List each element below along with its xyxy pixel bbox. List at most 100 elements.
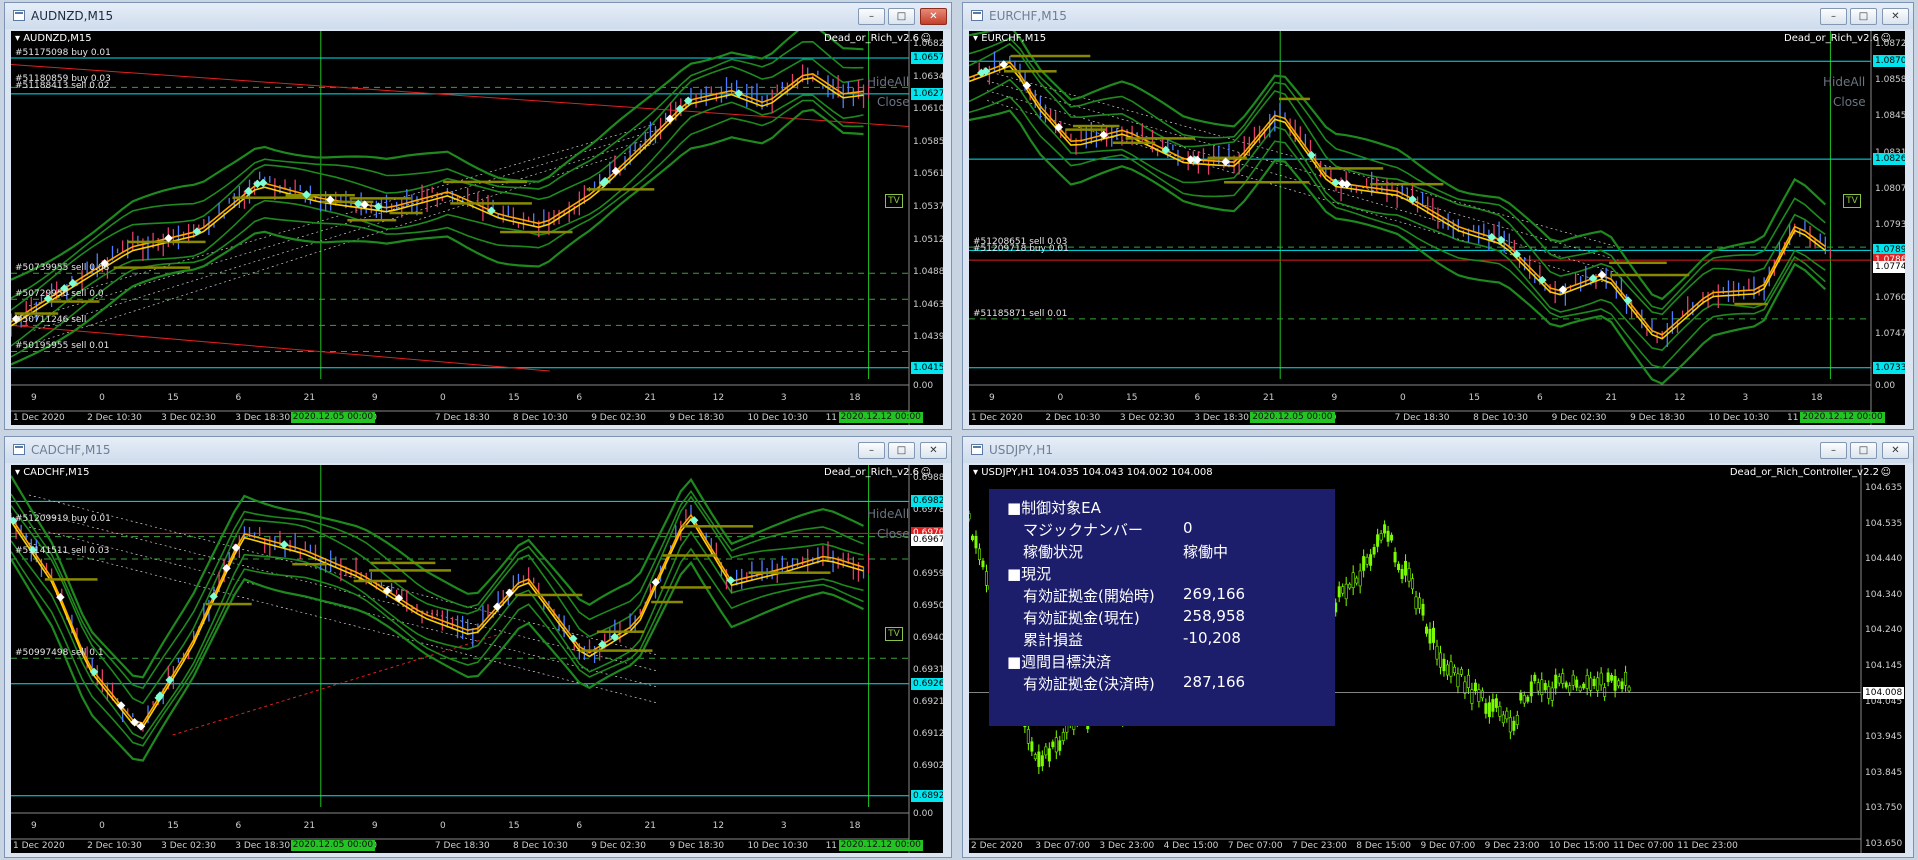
window-icon	[13, 444, 25, 455]
maximize-icon[interactable]: □	[888, 442, 915, 459]
tv-button[interactable]: TV	[1843, 194, 1861, 208]
session-hour-label: 0	[440, 393, 446, 403]
chart-window-eurchf[interactable]: EURCHF,M15 – □ ✕ ▾ EURCHF,M15 Dead_or_Ri…	[962, 2, 1914, 430]
panel-heading: ■制御対象EA	[1007, 499, 1101, 517]
chart-menu-arrow-icon[interactable]: ▾	[973, 467, 981, 478]
minimize-icon[interactable]: –	[858, 8, 885, 25]
time-scale-label: 3 Dec 18:30	[1194, 413, 1250, 423]
minimize-icon[interactable]: –	[1820, 8, 1847, 25]
candle-body	[1054, 737, 1058, 753]
price-chart[interactable]: ▾ USDJPY,H1 104.035 104.043 104.002 104.…	[969, 465, 1905, 853]
window-titlebar[interactable]: USDJPY,H1 – □ ✕	[963, 437, 1913, 463]
envelope-band	[11, 94, 864, 347]
close-orders-button[interactable]: Close	[877, 527, 910, 541]
panel-row-value: 287,166	[1183, 673, 1246, 691]
price-tag: 1.06572	[911, 52, 943, 65]
order-bar	[1317, 167, 1384, 170]
price-scale-label: 1.07470	[1875, 328, 1905, 339]
chart-symbol-label[interactable]: ▾ CADCHF,M15	[15, 467, 90, 478]
close-orders-button[interactable]: Close	[877, 95, 910, 109]
candle-body	[1432, 627, 1436, 643]
close-icon[interactable]: ✕	[1882, 442, 1909, 459]
close-icon[interactable]: ✕	[920, 442, 947, 459]
hide-all-button[interactable]: HideAll	[867, 75, 909, 89]
panel-row-label: 稼働状況	[1023, 543, 1084, 561]
order-label: #51185871 sell 0.01	[973, 308, 1068, 319]
candle-body	[1341, 586, 1345, 594]
session-hour-label: 3	[780, 393, 787, 403]
candle-body	[1610, 675, 1614, 681]
candle-body	[1557, 676, 1561, 684]
maximize-icon[interactable]: □	[1850, 442, 1877, 459]
session-hour-label: 21	[644, 393, 656, 403]
time-scale-label: 3 Dec 02:30	[1119, 413, 1175, 423]
price-chart[interactable]: ▾ CADCHF,M15 Dead_or_Rich_v2.6 ☺ HideAll…	[11, 465, 943, 853]
price-scale-label: 0.69500	[913, 601, 943, 611]
candle-body	[1351, 572, 1355, 588]
close-icon[interactable]: ✕	[920, 8, 947, 25]
order-bar	[1207, 156, 1247, 160]
window-titlebar[interactable]: CADCHF,M15 – □ ✕	[5, 437, 951, 463]
chart-symbol-label[interactable]: ▾ AUDNZD,M15	[15, 33, 92, 44]
moving-average-line	[11, 513, 864, 725]
candle-body	[1442, 658, 1446, 672]
envelope-band	[969, 42, 1826, 316]
price-scale-label: 0.69025	[913, 761, 943, 771]
window-titlebar[interactable]: AUDNZD,M15 – □ ✕	[5, 3, 951, 29]
tv-button[interactable]: TV	[885, 627, 903, 641]
candle-body	[1606, 672, 1610, 683]
tv-button[interactable]: TV	[885, 194, 903, 208]
session-hour-label: 21	[1605, 393, 1617, 403]
price-tag: 0.69262	[911, 677, 943, 690]
chart-window-usdjpy[interactable]: USDJPY,H1 – □ ✕ ▾ USDJPY,H1 104.035 104.…	[962, 436, 1914, 858]
minimize-icon[interactable]: –	[858, 442, 885, 459]
session-hour-label: 0	[1400, 393, 1406, 403]
order-bar	[292, 562, 327, 566]
maximize-icon[interactable]: □	[1850, 8, 1877, 25]
candle-body	[1037, 751, 1041, 767]
session-hour-label: 0	[1057, 393, 1064, 403]
signal-marker	[382, 586, 392, 595]
grid-fan-line	[28, 494, 658, 656]
order-label: #51209919 buy 0.01	[15, 513, 111, 524]
time-scale-label: 11 Dec 23:00	[1677, 841, 1738, 851]
order-label: #50729950 sell 0.0	[15, 289, 104, 300]
chart-menu-arrow-icon[interactable]: ▾	[15, 33, 23, 44]
minimize-icon[interactable]: –	[1820, 442, 1847, 459]
price-chart[interactable]: ▾ EURCHF,M15 Dead_or_Rich_v2.6 ☺ HideAll…	[969, 31, 1905, 425]
price-tag: 1.08263	[1873, 153, 1905, 166]
chart-window-cadchf[interactable]: CADCHF,M15 – □ ✕ ▾ CADCHF,M15 Dead_or_Ri…	[4, 436, 952, 858]
chart-menu-arrow-icon[interactable]: ▾	[973, 33, 981, 44]
price-scale-label: 104.635	[1865, 483, 1903, 493]
candle-body	[1477, 689, 1481, 702]
window-titlebar[interactable]: EURCHF,M15 – □ ✕	[963, 3, 1913, 29]
session-hour-label: 15	[167, 821, 179, 831]
chart-window-audnzd[interactable]: AUDNZD,M15 – □ ✕ ▾ AUDNZD,M15 Dead_or_Ri…	[4, 2, 952, 430]
close-orders-button[interactable]: Close	[1833, 95, 1866, 109]
price-scale-label: 1.06345	[913, 71, 943, 82]
hide-all-button[interactable]: HideAll	[867, 507, 909, 521]
session-hour-label: 21	[644, 821, 656, 831]
maximize-icon[interactable]: □	[888, 8, 915, 25]
candle-body	[1529, 681, 1533, 697]
candle-body	[1428, 628, 1432, 644]
window-icon	[971, 444, 983, 455]
price-chart[interactable]: ▾ AUDNZD,M15 Dead_or_Rich_v2.6 ☺ HideAll…	[11, 31, 943, 425]
time-scale-label: 7 Dec 23:00	[1292, 841, 1347, 851]
price-tag: 0.69821	[911, 495, 943, 508]
hide-all-button[interactable]: HideAll	[1823, 75, 1865, 89]
chart-symbol-label[interactable]: ▾ EURCHF,M15	[973, 33, 1046, 44]
time-scale-label: 2 Dec 10:30	[87, 413, 142, 423]
session-hour-label: 15	[1126, 393, 1138, 403]
candle-body	[1383, 524, 1387, 534]
time-scale-label: 2 Dec 2020	[971, 841, 1023, 851]
candle-body	[1487, 702, 1491, 718]
candle-body	[1397, 563, 1401, 570]
candle-body	[1627, 686, 1631, 692]
order-bar	[1734, 302, 1768, 306]
candle-body	[1404, 560, 1408, 576]
close-icon[interactable]: ✕	[1882, 8, 1909, 25]
candle-body	[1386, 530, 1390, 542]
chart-menu-arrow-icon[interactable]: ▾	[15, 467, 23, 478]
chart-symbol-label[interactable]: ▾ USDJPY,H1 104.035 104.043 104.002 104.…	[973, 467, 1213, 478]
